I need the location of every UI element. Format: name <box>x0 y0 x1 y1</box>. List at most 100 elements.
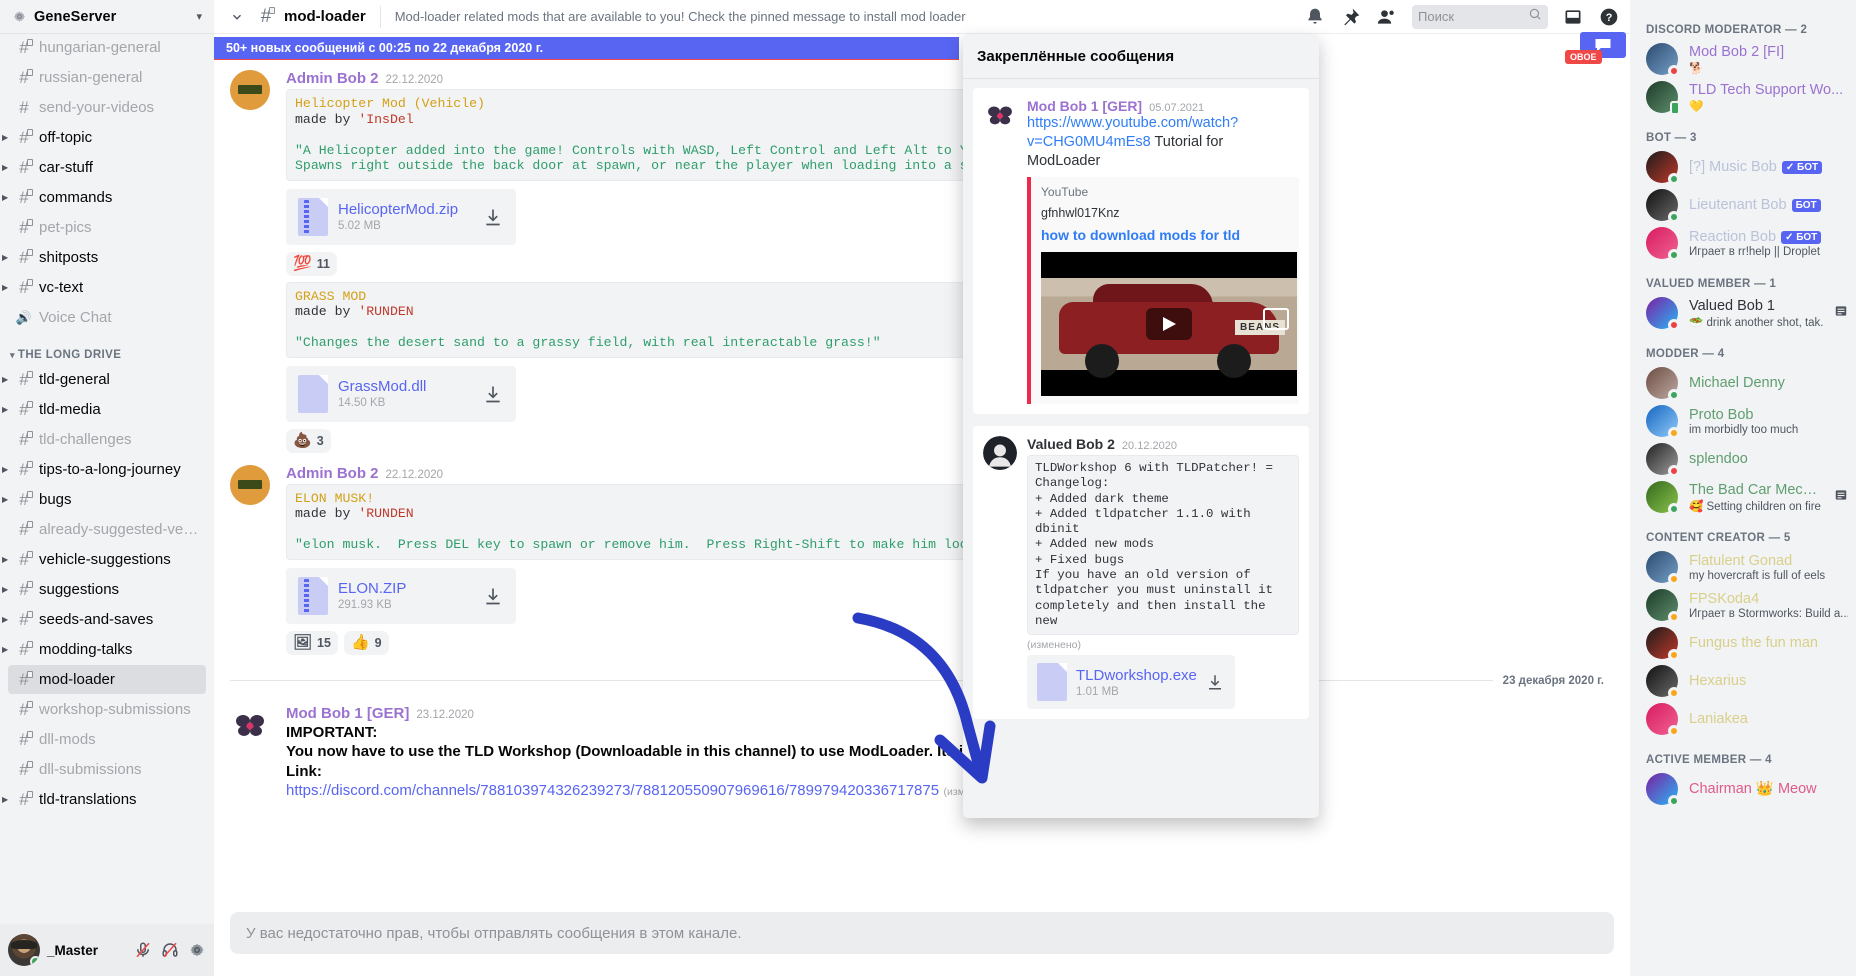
server-header[interactable]: GeneServer ▾ <box>0 0 214 33</box>
pin-icon[interactable] <box>1340 6 1362 28</box>
member-row[interactable]: Mod Bob 2 [FI]🐕 <box>1630 40 1856 78</box>
microphone-muted-icon[interactable] <box>133 941 152 960</box>
pinned-link-line1[interactable]: https://www.youtube.com/watch? <box>1027 115 1238 131</box>
sidebar-item-modding-talks[interactable]: ▶#modding-talks <box>8 635 206 664</box>
reaction-chip[interactable]: 👍9 <box>344 631 389 655</box>
attachment-card[interactable]: HelicopterMod.zip5.02 MB <box>286 189 516 245</box>
reaction-chip[interactable]: 💩3 <box>286 429 331 453</box>
play-icon[interactable] <box>1146 308 1192 340</box>
sidebar-item-dll-mods[interactable]: #dll-mods <box>8 725 206 754</box>
category-header[interactable]: ▾ THE LONG DRIVE <box>0 333 214 365</box>
bell-icon[interactable] <box>1304 6 1326 28</box>
download-icon[interactable] <box>482 206 504 228</box>
sidebar-item-voice-chat[interactable]: 🔊Voice Chat <box>8 303 206 332</box>
member-row[interactable]: Hexarius <box>1630 662 1856 700</box>
sidebar-item-seeds-and-saves[interactable]: ▶#seeds-and-saves <box>8 605 206 634</box>
message-author[interactable]: Mod Bob 1 [GER] <box>286 705 409 722</box>
member-row[interactable]: The Bad Car Mechanic🥰 Setting children o… <box>1630 478 1856 516</box>
attachment-name[interactable]: TLDworkshop.exe <box>1076 667 1197 684</box>
sidebar-item-hungarian-general[interactable]: #hungarian-general <box>8 33 206 62</box>
help-icon[interactable]: ? <box>1598 6 1620 28</box>
sidebar-item-suggestions[interactable]: ▶#suggestions <box>8 575 206 604</box>
member-row[interactable]: Fungus the fun man <box>1630 624 1856 662</box>
unread-arrow-icon: ▶ <box>2 646 10 654</box>
reaction-chip[interactable]: 💯11 <box>286 252 337 276</box>
attachment-card[interactable]: ELON.ZIP291.93 KB <box>286 568 516 624</box>
attachment-name[interactable]: HelicopterMod.zip <box>338 201 458 218</box>
sidebar-item-tld-translations[interactable]: ▶#tld-translations <box>8 785 206 814</box>
pinned-author[interactable]: Mod Bob 1 [GER] <box>1027 98 1142 114</box>
pinned-list[interactable]: Mod Bob 1 [GER] 05.07.2021 https://www.y… <box>963 78 1319 818</box>
member-row[interactable]: FPSKoda4Играет в Stormworks: Build a... <box>1630 586 1856 624</box>
message-author[interactable]: Admin Bob 2 <box>286 465 379 482</box>
chevron-down-icon[interactable]: ▾ <box>196 10 202 23</box>
sidebar-item-off-topic[interactable]: ▶#off-topic <box>8 123 206 152</box>
sidebar-item-russian-general[interactable]: #russian-general <box>8 63 206 92</box>
embed-thumbnail[interactable]: BEANS <box>1041 252 1297 396</box>
sidebar-item-car-stuff[interactable]: ▶#car-stuff <box>8 153 206 182</box>
embed-title[interactable]: how to download mods for tld <box>1041 227 1289 243</box>
member-row[interactable]: Flatulent Gonadmy hovercraft is full of … <box>1630 548 1856 586</box>
avatar <box>1646 773 1678 805</box>
download-icon[interactable] <box>482 585 504 607</box>
sidebar-item-commands[interactable]: ▶#commands <box>8 183 206 212</box>
sidebar-item-workshop-submissions[interactable]: #workshop-submissions <box>8 695 206 724</box>
youtube-embed[interactable]: YouTube gfnhwl017Knz how to download mod… <box>1027 177 1299 404</box>
sidebar-item-vehicle-suggestions[interactable]: ▶#vehicle-suggestions <box>8 545 206 574</box>
inbox-icon[interactable] <box>1562 6 1584 28</box>
member-row[interactable]: Proto Bobim morbidly too much <box>1630 402 1856 440</box>
download-icon[interactable] <box>482 383 504 405</box>
search-box[interactable] <box>1412 5 1548 29</box>
member-row[interactable]: splendoo <box>1630 440 1856 478</box>
members-icon[interactable] <box>1376 6 1398 28</box>
sidebar-item-mod-loader[interactable]: #mod-loader <box>8 665 206 694</box>
sidebar-item-already-suggested-vehicl-[interactable]: #already-suggested-vehicl... <box>8 515 206 544</box>
status-indicator <box>1668 503 1680 515</box>
member-row[interactable]: Valued Bob 1🥗 drink another shot, tak... <box>1630 294 1856 332</box>
member-row[interactable]: Michael Denny <box>1630 364 1856 402</box>
chevron-down-icon[interactable] <box>226 6 248 28</box>
gear-icon[interactable] <box>187 941 206 960</box>
sidebar-item-tips-to-a-long-journey[interactable]: ▶#tips-to-a-long-journey <box>8 455 206 484</box>
search-input[interactable] <box>1418 9 1524 24</box>
member-row[interactable]: Reaction Bob✓ БОТИграет в rr!help || Dro… <box>1630 224 1856 262</box>
reaction-chip[interactable]: 🖼15 <box>286 631 338 655</box>
member-row[interactable]: Chairman 👑 Meow <box>1630 770 1856 808</box>
sidebar-item-dll-submissions[interactable]: #dll-submissions <box>8 755 206 784</box>
new-messages-banner[interactable]: 50+ новых сообщений с 00:25 по 22 декабр… <box>214 37 959 59</box>
sidebar-item-vc-text[interactable]: ▶#vc-text <box>8 273 206 302</box>
avatar[interactable] <box>230 465 270 505</box>
member-list[interactable]: DISCORD MODERATOR — 2Mod Bob 2 [FI]🐕TLD … <box>1630 0 1856 976</box>
member-row[interactable]: Laniakea <box>1630 700 1856 738</box>
sidebar-item-send-your-videos[interactable]: #send-your-videos <box>8 93 206 122</box>
pinned-link-line2[interactable]: v=CHG0MU4mEs8 <box>1027 134 1151 150</box>
avatar <box>1646 367 1678 399</box>
member-row[interactable]: Lieutenant BobБОТ <box>1630 186 1856 224</box>
sidebar-item-shitposts[interactable]: ▶#shitposts <box>8 243 206 272</box>
member-status-text: im morbidly too much <box>1689 424 1848 436</box>
pinned-card[interactable]: Mod Bob 1 [GER] 05.07.2021 https://www.y… <box>973 88 1309 414</box>
pinned-card[interactable]: Valued Bob 2 20.12.2020 TLDWorkshop 6 wi… <box>973 426 1309 719</box>
avatar[interactable] <box>230 70 270 110</box>
pinned-author[interactable]: Valued Bob 2 <box>1027 436 1115 452</box>
member-row[interactable]: [?] Music Bob✓ БОТ <box>1630 148 1856 186</box>
avatar[interactable] <box>8 934 40 966</box>
pinned-attachment[interactable]: TLDworkshop.exe 1.01 MB <box>1027 655 1235 709</box>
attachment-card[interactable]: GrassMod.dll14.50 KB <box>286 366 516 422</box>
avatar[interactable] <box>230 705 270 745</box>
sidebar-item-pet-pics[interactable]: #pet-pics <box>8 213 206 242</box>
download-icon[interactable] <box>1206 671 1225 693</box>
message-author[interactable]: Admin Bob 2 <box>286 70 379 87</box>
message-link[interactable]: https://discord.com/channels/78810397432… <box>286 782 939 799</box>
message-scroller[interactable]: 50+ новых сообщений с 00:25 по 22 декабр… <box>214 33 1630 912</box>
member-row[interactable]: TLD Tech Support Wo...💛 <box>1630 78 1856 116</box>
picture-in-picture-icon[interactable] <box>1263 308 1289 330</box>
sidebar-item-tld-challenges[interactable]: #tld-challenges <box>8 425 206 454</box>
attachment-name[interactable]: ELON.ZIP <box>338 580 406 597</box>
sidebar-item-tld-general[interactable]: ▶#tld-general <box>8 365 206 394</box>
sidebar-item-bugs[interactable]: ▶#bugs <box>8 485 206 514</box>
important-title: IMPORTANT: <box>286 724 1630 741</box>
sidebar-item-tld-media[interactable]: ▶#tld-media <box>8 395 206 424</box>
headphones-muted-icon[interactable] <box>160 941 179 960</box>
attachment-name[interactable]: GrassMod.dll <box>338 378 426 395</box>
